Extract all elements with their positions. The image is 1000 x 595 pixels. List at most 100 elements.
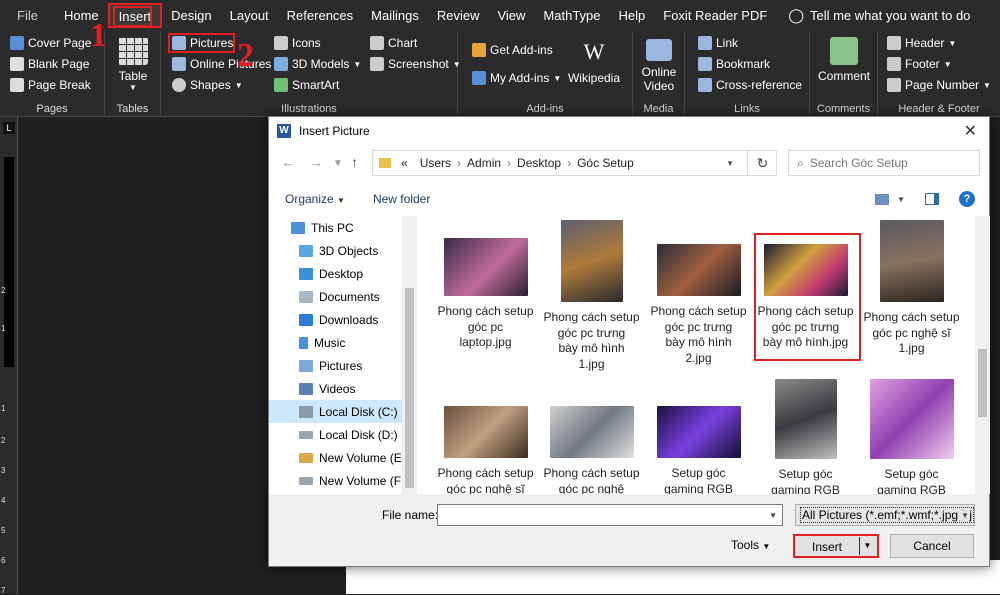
my-addins-button[interactable]: My Add-ins ▼ [472,71,561,85]
address-bar[interactable]: « Users › Admin › Desktop › Góc Setup ▼ [372,150,777,176]
group-links: Link Bookmark Cross-reference Links [685,31,810,117]
cancel-button[interactable]: Cancel [890,534,974,558]
file-item[interactable]: Phong cách setup góc pc trưng bày mô hình 2… [645,244,752,366]
chevron-down-icon[interactable]: ▼ [958,510,969,520]
tab-file[interactable]: File [0,0,55,31]
step-2-marker: 2 [237,37,254,74]
file-type-select[interactable]: All Pictures (*.emf;*.wmf;*.jpg;*.j ▼ [795,504,975,526]
videos-icon [299,382,313,395]
tab-review[interactable]: Review [428,0,489,31]
file-item[interactable]: Phong cách setup góc pc laptop.jpg [432,238,539,351]
breadcrumb-admin[interactable]: Admin [461,156,507,170]
back-arrow-icon[interactable]: ← [281,154,295,170]
preview-pane-icon[interactable] [925,193,939,205]
file-item[interactable]: Setup góc gaming RGB [645,406,752,494]
file-item[interactable]: Setup góc gaming RGB [858,379,965,494]
online-pictures-button[interactable]: Online Pictures [172,57,271,71]
search-box[interactable]: ⌕ Search Góc Setup [788,150,980,176]
new-folder-button[interactable]: New folder [373,192,430,206]
link-button[interactable]: Link [698,36,738,50]
tab-view[interactable]: View [488,0,534,31]
comment-button[interactable]: Comment [814,37,874,83]
tools-button[interactable]: Tools ▼ [731,538,770,552]
tab-design[interactable]: Design [162,0,220,31]
page-number-icon [887,78,901,92]
tab-foxit[interactable]: Foxit Reader PDF [654,0,776,31]
ribbon: Cover Page ▼ Blank Page Page Break Pages … [0,31,1000,117]
breadcrumb-users[interactable]: Users [414,156,457,170]
file-item[interactable]: Phong cách setup góc pc nghệ sĩ 1.jpg [858,220,965,357]
nav-item-documents[interactable]: Documents [269,285,417,308]
nav-item-3d-objects[interactable]: 3D Objects [269,239,417,262]
pictures-highlight [168,33,235,53]
file-name-input[interactable]: ▼ [437,504,783,526]
nav-item-downloads[interactable]: Downloads [269,308,417,331]
view-options-icon[interactable] [875,193,889,205]
nav-item-new-volume-f[interactable]: New Volume (F:) [269,469,417,492]
smartart-button[interactable]: SmartArt [274,78,339,92]
footer-button[interactable]: Footer ▼ [887,57,952,71]
file-item[interactable]: Phong cách setup góc pc nghệ [538,406,645,494]
address-dropdown-icon[interactable]: ▼ [726,159,734,168]
tab-mailings[interactable]: Mailings [362,0,428,31]
3d-models-button[interactable]: 3D Models ▼ [274,57,361,71]
insert-button[interactable]: Insert ▼ [793,534,879,558]
page-number-button[interactable]: Page Number ▼ [887,78,991,92]
ruler-tab-selector[interactable]: L [3,122,15,134]
file-item[interactable]: Setup góc gaming RGB [752,379,859,494]
online-video-label-2: Video [643,79,675,93]
close-icon[interactable]: ✕ [964,121,977,141]
header-button[interactable]: Header ▼ [887,36,956,50]
breadcrumb-desktop[interactable]: Desktop [511,156,567,170]
screenshot-button[interactable]: Screenshot ▼ [370,57,461,71]
tab-mathtype[interactable]: MathType [534,0,609,31]
file-grid-scrollbar-thumb[interactable] [978,349,987,417]
chevron-down-icon[interactable]: ▼ [897,195,905,204]
organize-button[interactable]: Organize ▼ [285,192,345,206]
page-break-button[interactable]: Page Break [10,78,91,92]
tab-references[interactable]: References [278,0,362,31]
file-name-line: Setup góc [671,466,726,480]
tab-layout[interactable]: Layout [221,0,278,31]
nav-item-pictures[interactable]: Pictures [269,354,417,377]
cover-page-icon [10,36,24,50]
drive-icon [299,430,313,439]
online-video-button[interactable]: Online Video [637,39,681,93]
nav-item-new-volume-e[interactable]: New Volume (E:) [269,446,417,469]
file-name-line: góc pc trưng [664,319,733,334]
blank-page-button[interactable]: Blank Page [10,57,89,71]
chevron-down-icon[interactable]: ▼ [769,511,777,520]
footer-label: Footer [905,57,940,71]
nav-item-videos[interactable]: Videos [269,377,417,400]
icons-button[interactable]: Icons [274,36,321,50]
ruler-mark: 1 [1,404,6,413]
forward-arrow-icon[interactable]: → [309,154,323,170]
tab-help[interactable]: Help [610,0,655,31]
nav-item-desktop[interactable]: Desktop [269,262,417,285]
nav-item-local-disk-d[interactable]: Local Disk (D:) [269,423,417,446]
file-item[interactable]: Phong cách setup góc pc nghệ sĩ [432,406,539,494]
bookmark-button[interactable]: Bookmark [698,57,770,71]
chart-button[interactable]: Chart [370,36,417,50]
refresh-icon[interactable]: ↻ [747,150,777,176]
up-arrow-icon[interactable]: ↑ [351,154,358,170]
file-item[interactable]: Phong cách setup góc pc trưng bày mô hình 1… [538,220,645,372]
cross-reference-button[interactable]: Cross-reference [698,78,802,92]
history-chevron-icon[interactable]: ▼ [333,158,343,169]
nav-scrollbar-thumb[interactable] [405,288,414,488]
breadcrumb-goc-setup[interactable]: Góc Setup [571,156,640,170]
help-icon[interactable]: ? [959,191,975,207]
page-break-icon [10,78,24,92]
shapes-button[interactable]: Shapes ▼ [172,78,243,92]
nav-item-this-pc[interactable]: This PC [269,216,417,239]
nav-item-music[interactable]: Music [269,331,417,354]
nav-item-local-disk-c[interactable]: Local Disk (C:) [269,400,417,423]
file-name-line: góc pc nghệ sĩ [872,325,951,340]
tell-me-box[interactable]: ◯ Tell me what you want to do [776,0,979,31]
insert-dropdown-icon[interactable]: ▼ [859,537,875,555]
wikipedia-button[interactable]: W Wikipedia [563,39,625,85]
group-label-links: Links [734,103,760,115]
breadcrumb-overflow[interactable]: « [395,156,414,170]
table-button[interactable]: Table ▼ [115,37,151,92]
get-addins-button[interactable]: Get Add-ins [472,43,553,57]
